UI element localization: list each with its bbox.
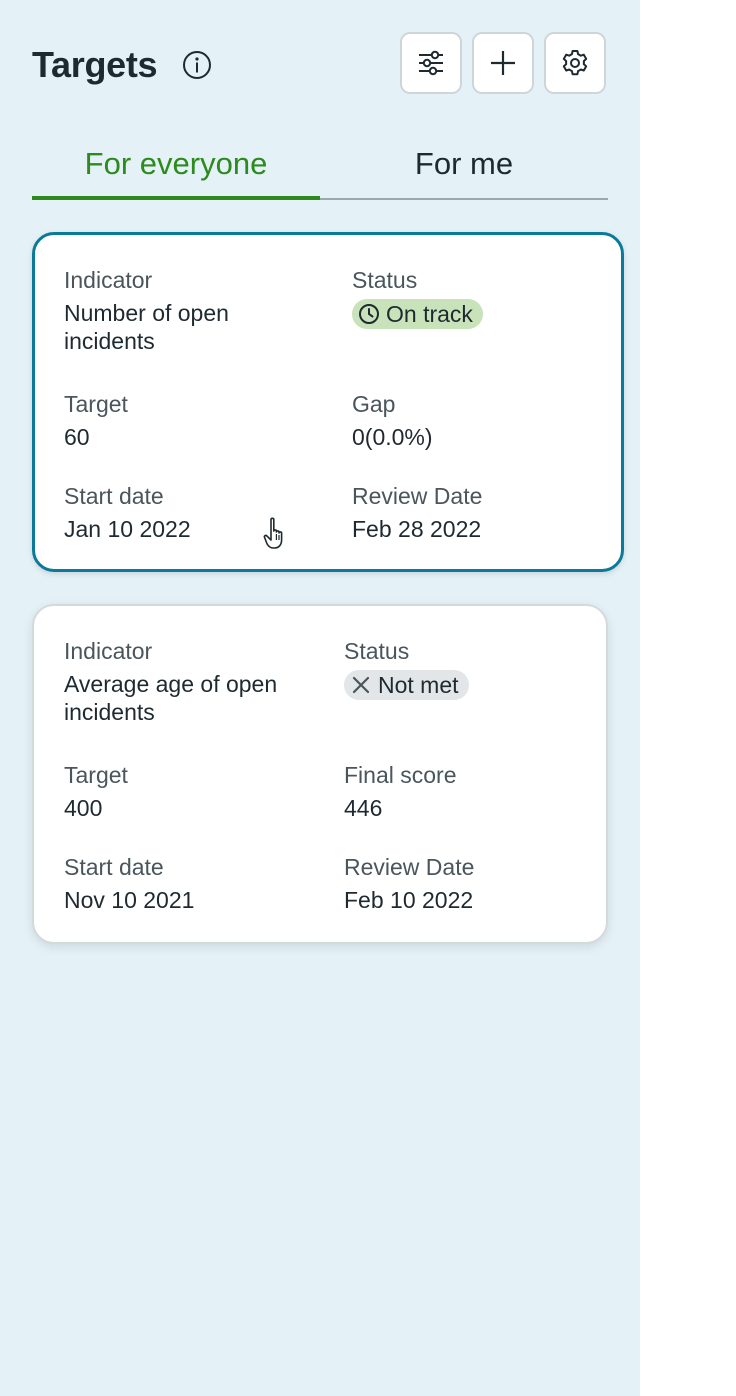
target-card[interactable]: Indicator Number of open incidents Statu… [32, 232, 624, 572]
info-icon[interactable] [182, 50, 212, 80]
target-label: Target [64, 391, 128, 417]
gap-label: Gap [352, 391, 396, 417]
status-badge: Not met [344, 670, 469, 700]
clock-icon [359, 304, 379, 324]
review-date-label: Review Date [344, 854, 475, 880]
final-score-field: Final score 446 [344, 760, 604, 822]
status-field: Status On track [352, 265, 612, 330]
x-icon [352, 676, 370, 694]
start-date-label: Start date [64, 854, 164, 880]
hand-pointer-cursor-icon [263, 517, 283, 549]
filter-sliders-icon [419, 50, 443, 76]
indicator-field: Indicator Average age of open incidents [64, 636, 324, 726]
tab-for-me[interactable]: For me [320, 134, 608, 200]
targets-panel: Targets For everyone For me Indicator Nu… [0, 0, 640, 1396]
page-title: Targets [32, 44, 158, 85]
gap-field: Gap 0(0.0%) [352, 389, 612, 451]
status-label: Status [344, 638, 410, 664]
indicator-label: Indicator [64, 267, 153, 293]
review-date-value: Feb 10 2022 [344, 887, 474, 913]
tab-label: For everyone [84, 146, 268, 181]
start-date-value: Nov 10 2021 [64, 887, 195, 913]
final-score-value: 446 [344, 795, 383, 821]
status-label: Status [352, 267, 418, 293]
add-target-button[interactable] [472, 32, 534, 94]
target-card[interactable]: Indicator Average age of open incidents … [32, 604, 608, 944]
target-value: 60 [64, 424, 90, 450]
settings-button[interactable] [544, 32, 606, 94]
indicator-field: Indicator Number of open incidents [64, 265, 324, 355]
status-field: Status Not met [344, 636, 604, 701]
status-badge: On track [352, 299, 483, 329]
review-date-field: Review Date Feb 10 2022 [344, 852, 604, 914]
gear-icon [562, 50, 588, 76]
status-text: Not met [378, 671, 459, 698]
target-field: Target 400 [64, 760, 324, 822]
plus-icon [491, 51, 515, 75]
target-field: Target 60 [64, 389, 324, 451]
review-date-label: Review Date [352, 483, 483, 509]
start-date-field: Start date Nov 10 2021 [64, 852, 324, 914]
indicator-value: Average age of open incidents [64, 671, 278, 725]
tab-selected-indicator [32, 196, 320, 200]
review-date-value: Feb 28 2022 [352, 516, 482, 542]
review-date-field: Review Date Feb 28 2022 [352, 481, 612, 543]
panel-header: Targets [32, 32, 608, 96]
final-score-label: Final score [344, 762, 457, 788]
tab-label: For me [414, 146, 514, 181]
filter-button[interactable] [400, 32, 462, 94]
indicator-value: Number of open incidents [64, 300, 229, 354]
gap-value: 0(0.0%) [352, 424, 433, 450]
target-label: Target [64, 762, 128, 788]
start-date-label: Start date [64, 483, 164, 509]
tab-for-everyone[interactable]: For everyone [32, 134, 320, 200]
view-tabs: For everyone For me [32, 134, 608, 200]
target-value: 400 [64, 795, 103, 821]
status-text: On track [386, 300, 473, 327]
indicator-label: Indicator [64, 638, 153, 664]
